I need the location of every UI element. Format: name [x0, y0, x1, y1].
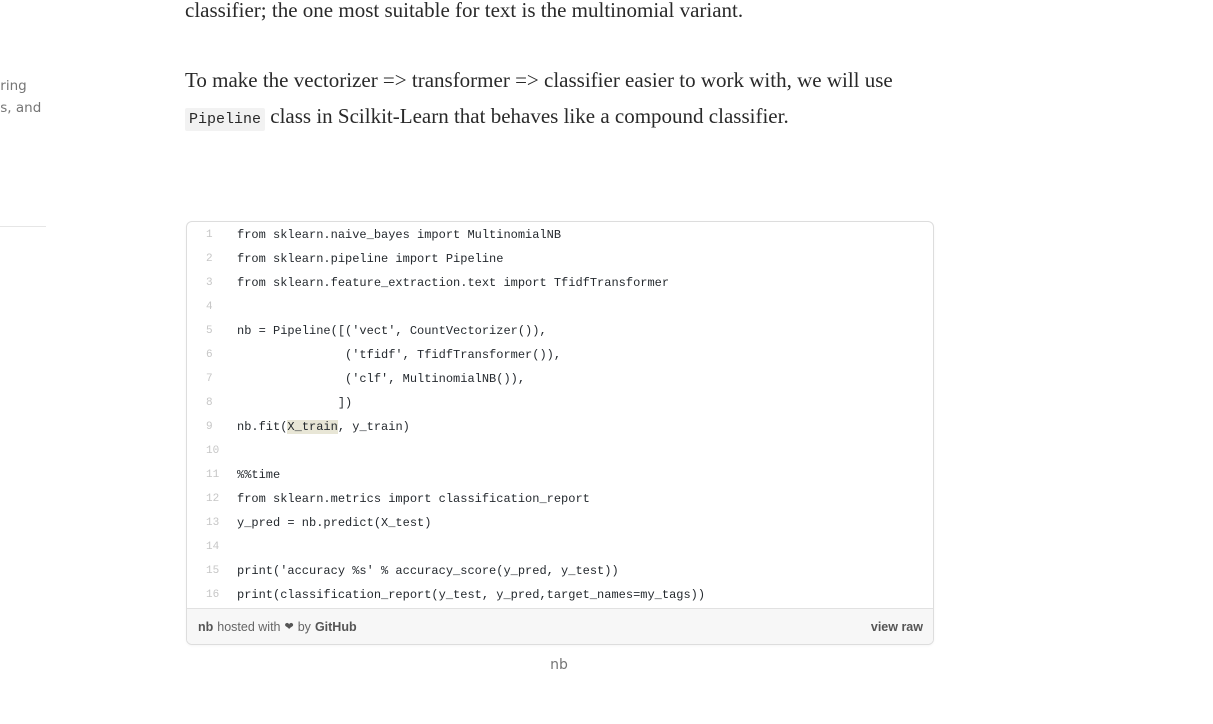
line-number: 5 [206, 325, 213, 337]
by-text: by [297, 619, 311, 634]
code-line: 4 [187, 295, 933, 319]
line-number: 10 [206, 445, 220, 457]
gist-embed: 1 from sklearn.naive_bayes import Multino… [186, 221, 934, 645]
line-number: 12 [206, 493, 220, 505]
inline-code: Pipeline [185, 108, 266, 131]
article-paragraph: To make the vectorizer => transformer =>… [185, 62, 945, 138]
code-text: , y_train) [337, 420, 410, 434]
sidebar-description-line: as, and [0, 100, 42, 116]
code-line: 7 ('clf', MultinomialNB()), [187, 367, 933, 391]
code-line: 1 from sklearn.naive_bayes import Multino… [187, 223, 933, 247]
line-number: 11 [206, 469, 220, 481]
line-number: 2 [206, 253, 213, 265]
sidebar-divider [0, 226, 46, 227]
line-number: 1 [206, 229, 213, 241]
line-source: print('accuracy %s' % accuracy_score(y_p… [237, 564, 619, 578]
line-number: 14 [206, 541, 220, 553]
line-source: from sklearn.naive_bayes import Multinom… [237, 228, 562, 242]
heart-icon: ❤ [284, 621, 294, 633]
line-number: 9 [206, 421, 213, 433]
code-line: 9 nb.fit(X_train, y_train) [187, 415, 933, 439]
line-source: nb.fit(X_train, y_train) [227, 420, 410, 434]
line-source: print(classification_report(y_test, y_pr… [237, 588, 706, 602]
line-source: from sklearn.pipeline import Pipeline [237, 252, 504, 266]
line-source: nb = Pipeline([('vect', CountVectorizer(… [237, 324, 547, 338]
gist-meta-bar: nb hosted with ❤ by GitHub view raw [187, 608, 933, 644]
code-line: 2 from sklearn.pipeline import Pipeline [187, 247, 933, 271]
code-text: nb.fit( [237, 420, 288, 434]
figure-caption: nb [550, 657, 568, 673]
code-line: 12 from sklearn.metrics import classifica… [187, 487, 933, 511]
view-raw-link[interactable]: view raw [871, 620, 923, 634]
line-source: y_pred = nb.predict(X_test) [237, 516, 432, 530]
line-number: 6 [206, 349, 213, 361]
line-number: 8 [206, 397, 213, 409]
github-link[interactable]: GitHub [315, 620, 357, 634]
line-number: 15 [206, 565, 220, 577]
code-line: 10 [187, 439, 933, 463]
gist-meta-info: nb hosted with ❤ by GitHub [198, 620, 357, 634]
highlighted-code-text: X_train [287, 420, 338, 434]
code-line: 5 nb = Pipeline([('vect', CountVectorizer… [187, 319, 933, 343]
line-source: from sklearn.metrics import classificati… [237, 492, 590, 506]
line-number: 16 [206, 589, 220, 601]
sidebar-description: aring as, and [0, 75, 41, 119]
paragraph-text: class in Scilkit-Learn that behaves like… [265, 104, 789, 128]
code-line: 6 ('tfidf', TfidfTransformer()), [187, 343, 933, 367]
code-line: 15 print('accuracy %s' % accuracy_score(y… [187, 559, 933, 583]
code-line: 3 from sklearn.feature_extraction.text im… [187, 271, 933, 295]
line-number: 13 [206, 517, 220, 529]
line-source: from sklearn.feature_extraction.text imp… [237, 276, 670, 290]
gist-code-block: 1 from sklearn.naive_bayes import Multino… [187, 222, 933, 607]
line-source: ('tfidf', TfidfTransformer()), [237, 348, 562, 362]
gist-file-link[interactable]: nb [198, 620, 213, 634]
code-line: 8 ]) [187, 391, 933, 415]
code-line: 14 [187, 535, 933, 559]
code-line: 13 y_pred = nb.predict(X_test) [187, 511, 933, 535]
line-number: 7 [206, 373, 213, 385]
article-paragraph: classifier; the one most suitable for te… [185, 0, 744, 22]
line-number: 3 [206, 277, 213, 289]
code-line: 16 print(classification_report(y_test, y_… [187, 583, 933, 607]
line-number: 4 [206, 301, 213, 313]
line-source: ('clf', MultinomialNB()), [237, 372, 526, 386]
line-source: %%time [237, 468, 281, 482]
hosted-with-text: hosted with [217, 619, 281, 634]
sidebar-description-line: aring [0, 78, 27, 94]
code-line: 11 %%time [187, 463, 933, 487]
line-source: ]) [237, 396, 353, 410]
paragraph-text: To make the vectorizer => transformer =>… [185, 68, 893, 92]
